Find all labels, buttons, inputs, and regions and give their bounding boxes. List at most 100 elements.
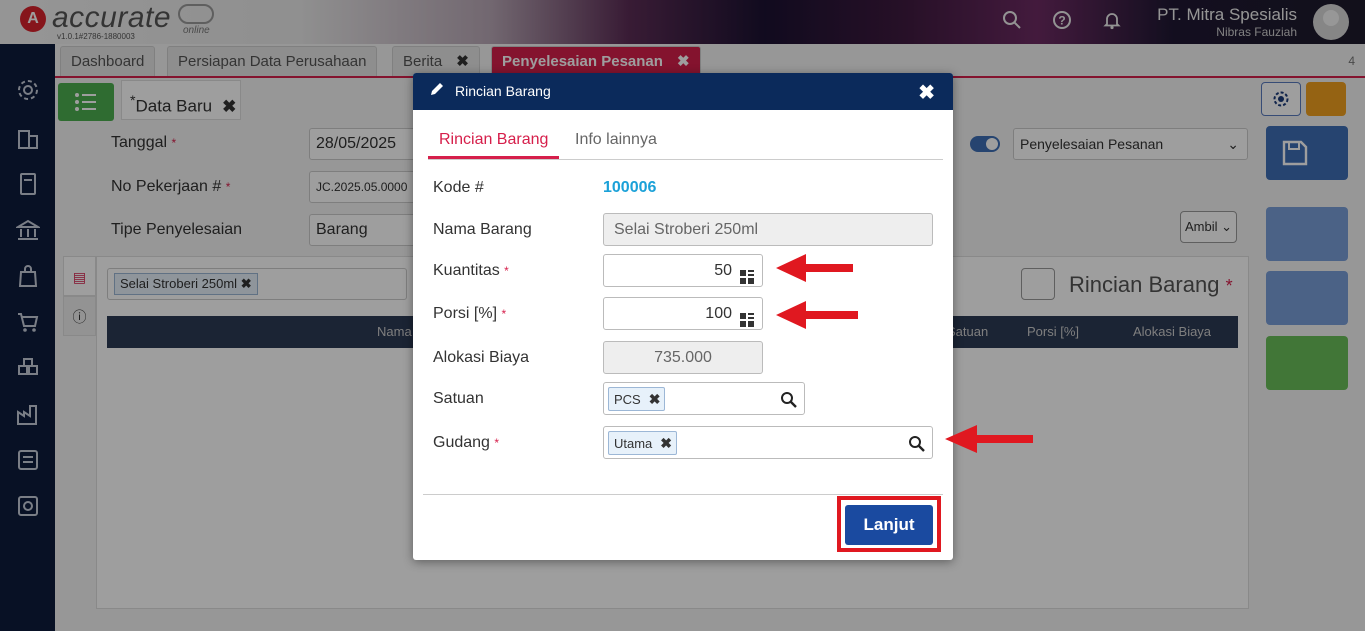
settings-button[interactable] [1261,82,1301,116]
satuan-label: Satuan [433,390,484,407]
logo-sub: online [183,25,210,36]
paperclip-icon[interactable] [1266,271,1348,325]
porsi-input[interactable]: 100 [603,297,763,330]
alokasi-biaya-label: Alokasi Biaya [433,349,530,366]
tab-data-baru[interactable]: *Data Baru ✖ [121,80,241,120]
cart-icon[interactable] [16,310,40,334]
table-header-cell: Nama [377,324,412,339]
chevron-down-icon: ⌄ [1227,136,1239,152]
calculator-icon[interactable] [740,307,754,329]
factory-icon[interactable] [16,402,40,426]
tab-label: Dashboard [71,53,145,70]
no-pekerjaan-field[interactable]: JC.2025.05.0000 [309,171,419,203]
search-icon[interactable] [1000,10,1024,34]
logo-name: accurate [52,1,172,34]
nama-barang-field: Selai Stroberi 250ml [603,213,933,246]
close-icon[interactable]: ✖ [456,53,469,70]
close-icon[interactable]: ✖ [918,80,935,105]
footer-divider [423,494,943,495]
ambil-button[interactable]: Ambil ⌄ [1180,211,1237,243]
kode-link[interactable]: 100006 [603,179,656,197]
tab-divider [428,159,943,160]
bag-icon[interactable] [16,264,40,288]
bank-icon[interactable] [14,218,42,242]
nama-barang-label: Nama Barang [433,221,532,238]
calculator-icon[interactable] [740,264,754,286]
gear-icon[interactable] [16,78,40,102]
save-button[interactable] [1266,126,1348,180]
tab-label: Penyelesaian Pesanan [502,53,663,70]
section-title: Rincian Barang * [1069,272,1233,297]
inventory-icon[interactable] [16,356,40,380]
toggle-switch[interactable] [970,136,1000,152]
tipe-penyelesaian-select[interactable]: Barang [309,214,419,246]
satuan-chip: PCS ✖ [608,387,666,411]
table-header-cell: Satuan [947,324,989,339]
document-icon[interactable] [1266,207,1348,261]
porsi-label: Porsi [%] * [433,305,507,322]
remove-chip-icon[interactable]: ✖ [649,391,661,407]
tab-penyelesaian-pesanan[interactable]: Penyelesaian Pesanan ✖ [491,46,701,76]
satuan-select[interactable]: PCS ✖ [603,382,805,415]
report-icon[interactable] [16,448,40,472]
status-select[interactable]: Penyelesaian Pesanan ⌄ [1013,128,1248,160]
gudang-select[interactable]: Utama ✖ [603,426,933,459]
building-icon[interactable] [16,126,40,150]
avatar[interactable] [1313,4,1349,40]
chart-icon[interactable] [16,494,40,518]
close-icon[interactable]: ✖ [677,53,690,70]
company-name[interactable]: PT. Mitra Spesialis [1157,5,1297,25]
item-chip: Selai Stroberi 250ml ✖ [114,273,258,295]
gudang-chip-label: Utama [614,436,653,451]
user-name[interactable]: Nibras Fauziah [1216,25,1297,39]
search-button[interactable] [1021,268,1055,300]
lanjut-button[interactable]: Lanjut [845,505,933,545]
top-bar: A accurate online v1.0.1#2786-1880003 ? … [0,0,1365,44]
info-icon[interactable]: ⓘ [63,296,96,336]
tab-berita[interactable]: Berita ✖ [392,46,480,76]
remove-chip-icon[interactable]: ✖ [660,435,672,451]
kode-label: Kode # [433,179,484,196]
pencil-icon [429,81,445,102]
dialog-title: Rincian Barang [455,83,551,99]
help-icon[interactable]: ? [1050,10,1074,34]
dialog-header: Rincian Barang ✖ [413,73,953,110]
list-button[interactable] [58,83,114,121]
tab-count[interactable]: 4 [1348,54,1355,68]
kuantitas-input[interactable]: 50 [603,254,763,287]
annotation-arrow-gudang [945,425,1033,453]
tanggal-label: Tanggal * [111,134,177,151]
rincian-barang-dialog: Rincian Barang ✖ Rincian Barang Info lai… [413,73,953,560]
status-select-value: Penyelesaian Pesanan [1020,136,1164,152]
svg-text:?: ? [1058,14,1065,28]
close-icon[interactable]: ✖ [222,97,236,116]
alokasi-biaya-field: 735.000 [603,341,763,374]
tanggal-field[interactable]: 28/05/2025 [309,128,419,160]
tab-persiapan-data[interactable]: Persiapan Data Perusahaan [167,46,378,76]
tab-dashboard[interactable]: Dashboard [60,46,156,76]
app-version: v1.0.1#2786-1880003 [57,32,135,41]
tipe-penyelesaian-label: Tipe Penyelesaian [111,221,243,238]
no-pekerjaan-label: No Pekerjaan # * [111,178,231,195]
book-icon[interactable] [16,172,40,196]
table-header-cell: Alokasi Biaya [1133,324,1212,339]
item-search-input[interactable]: Selai Stroberi 250ml ✖ [107,268,407,300]
porsi-value: 100 [705,305,732,322]
search-icon[interactable] [908,433,926,452]
tab-label: Berita [403,53,443,70]
more-options-icon[interactable] [1266,336,1348,390]
gudang-label: Gudang * [433,434,500,451]
subtab-label: Data Baru [135,96,213,116]
tab-rincian-barang[interactable]: Rincian Barang [439,131,548,149]
search-icon[interactable] [780,389,798,408]
kuantitas-label: Kuantitas * [433,262,509,279]
gudang-chip: Utama ✖ [608,431,678,455]
tab-label: Persiapan Data Perusahaan [178,53,367,70]
ambil-label: Ambil [1184,219,1218,234]
lightbulb-icon[interactable] [1306,82,1346,116]
annotation-arrow-kuantitas [776,254,853,282]
detail-tab-icon[interactable]: ▤ [63,256,96,296]
bell-icon[interactable] [1100,10,1124,34]
annotation-arrow-porsi [776,301,858,329]
tab-info-lainnya[interactable]: Info lainnya [575,131,657,149]
